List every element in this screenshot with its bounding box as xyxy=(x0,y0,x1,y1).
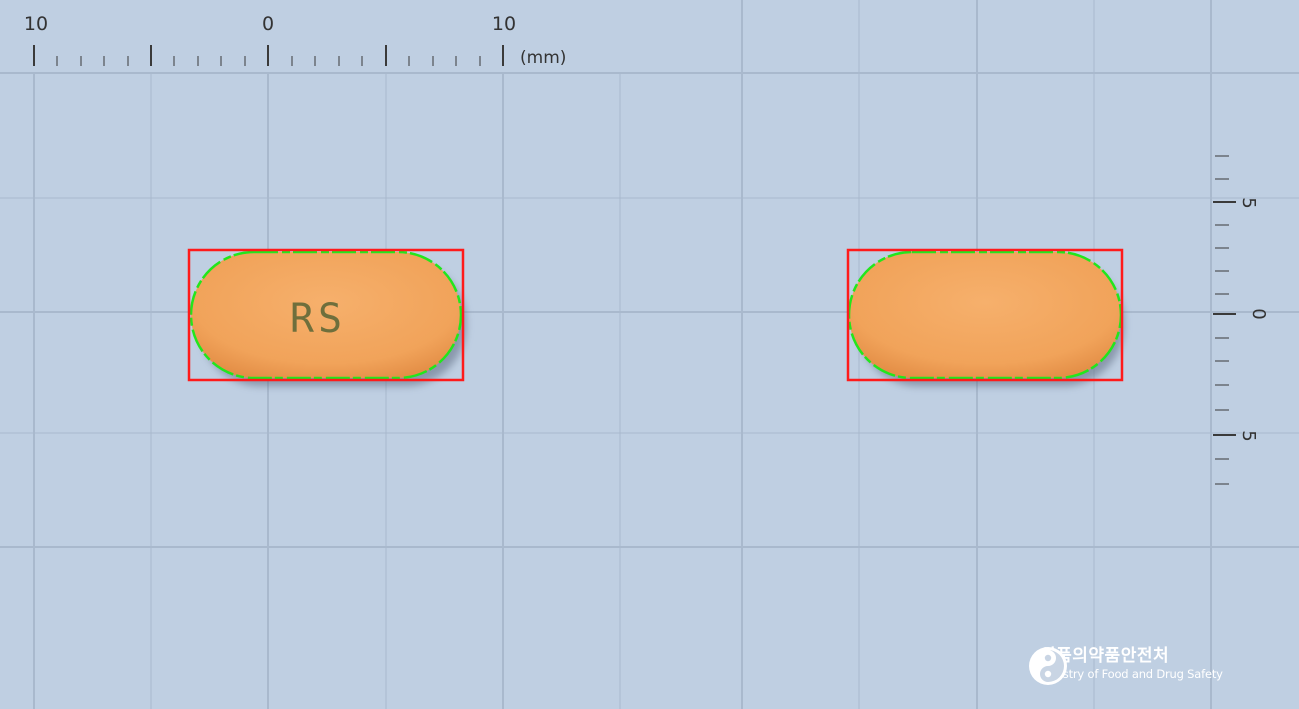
pill-image-canvas: 10 0 10 (mm) 5 0 5 RS 식품의약품안전처 Ministry … xyxy=(0,0,1299,709)
ruler-label-right: 10 xyxy=(492,13,516,35)
right-ruler xyxy=(1213,155,1236,485)
right-ruler-labels: 5 0 5 xyxy=(1238,197,1269,441)
tablet-front: RS xyxy=(187,248,466,386)
top-ruler xyxy=(33,45,504,66)
ruler-label-left: 10 xyxy=(24,13,48,35)
tablet-back xyxy=(846,248,1124,386)
tablet-body xyxy=(849,252,1121,378)
government-emblem-icon xyxy=(1029,647,1067,685)
ruler-label-bottom: 5 xyxy=(1238,430,1259,441)
ruler-unit-label: (mm) xyxy=(520,48,566,68)
tablet-imprint: RS xyxy=(290,296,346,342)
ruler-label-top: 5 xyxy=(1238,197,1259,208)
ruler-label-center: 0 xyxy=(262,13,274,35)
ruler-label-middle: 0 xyxy=(1248,308,1269,319)
pill-photo: 10 0 10 (mm) 5 0 5 RS xyxy=(0,0,1299,709)
mfds-logo: 식품의약품안전처 Ministry of Food and Drug Safet… xyxy=(1028,646,1223,685)
top-ruler-labels: 10 0 10 (mm) xyxy=(24,13,566,68)
